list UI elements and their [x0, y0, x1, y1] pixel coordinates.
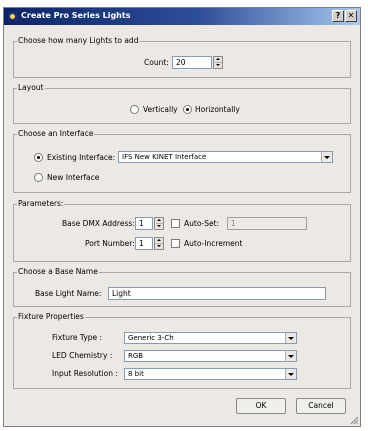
layout-group: Layout Vertically Horizontally [13, 83, 351, 124]
autoset-checkbox[interactable] [171, 219, 180, 228]
existing-interface-value: IFS New KINET Interface [122, 153, 207, 161]
count-down-arrow-icon[interactable] [215, 63, 222, 68]
port-number-input[interactable]: 1 [135, 237, 153, 250]
input-resolution-value: 8 bit [128, 370, 144, 378]
resize-grip-icon[interactable] [349, 415, 359, 425]
count-spinner[interactable] [213, 56, 223, 69]
cancel-button[interactable]: Cancel [296, 398, 346, 414]
led-chemistry-value: RGB [128, 352, 144, 360]
fixture-properties-group: Fixture Properties Fixture Type : Generi… [13, 312, 351, 389]
led-chemistry-select[interactable]: RGB [124, 350, 297, 362]
title-bar[interactable]: Create Pro Series Lights ? ✕ [4, 8, 360, 25]
help-button[interactable]: ? [332, 10, 344, 22]
create-pro-series-lights-dialog: Create Pro Series Lights ? ✕ Choose how … [3, 7, 361, 427]
fixture-type-select[interactable]: Generic 3-Ch [124, 332, 297, 344]
existing-interface-select[interactable]: IFS New KINET Interface [118, 151, 333, 163]
chevron-down-icon[interactable] [285, 333, 296, 343]
new-interface-label: New Interface [47, 173, 100, 182]
port-number-label: Port Number: [85, 239, 135, 248]
dmx-address-label: Base DMX Address: [62, 219, 135, 228]
dmx-address-spinner[interactable] [154, 217, 164, 230]
chevron-down-icon[interactable] [285, 351, 296, 361]
base-light-name-input[interactable]: Light [108, 287, 326, 300]
parameters-group: Parameters: Base DMX Address: 1 Auto-Set… [13, 199, 351, 262]
dmx-address-input[interactable]: 1 [135, 217, 153, 230]
autoset-label: Auto-Set: [184, 219, 220, 228]
base-light-name-label: Base Light Name: [35, 289, 102, 298]
horizontally-radio[interactable] [183, 105, 192, 114]
horizontally-label: Horizontally [195, 105, 240, 114]
input-resolution-label: Input Resolution : [52, 369, 118, 378]
lights-count-legend: Choose how many Lights to add [17, 36, 140, 45]
count-input[interactable]: 20 [172, 56, 212, 69]
interface-group: Choose an Interface Existing Interface: … [13, 129, 351, 193]
input-resolution-select[interactable]: 8 bit [124, 368, 297, 380]
autoincrement-label: Auto-Increment [184, 239, 243, 248]
count-label: Count: [144, 58, 169, 67]
window-title: Create Pro Series Lights [21, 11, 131, 20]
fixture-type-value: Generic 3-Ch [128, 334, 174, 342]
base-name-legend: Choose a Base Name [17, 267, 99, 276]
new-interface-radio[interactable] [34, 173, 43, 182]
fixture-properties-legend: Fixture Properties [17, 312, 85, 321]
close-button[interactable]: ✕ [345, 10, 357, 22]
dmx-down-arrow-icon[interactable] [156, 224, 163, 229]
chevron-down-icon[interactable] [321, 152, 332, 162]
vertically-radio[interactable] [130, 105, 139, 114]
vertically-label: Vertically [143, 105, 178, 114]
port-down-arrow-icon[interactable] [156, 244, 163, 249]
layout-legend: Layout [17, 83, 45, 92]
autoincrement-checkbox[interactable] [171, 239, 180, 248]
base-name-group: Choose a Base Name Base Light Name: Ligh… [13, 267, 351, 307]
app-icon [8, 12, 17, 21]
ok-button[interactable]: OK [236, 398, 286, 414]
interface-legend: Choose an Interface [17, 129, 95, 138]
parameters-legend: Parameters: [17, 199, 65, 208]
existing-interface-label: Existing Interface: [47, 153, 116, 162]
existing-interface-radio[interactable] [34, 153, 43, 162]
autoset-input: 1 [227, 217, 307, 230]
lights-count-group: Choose how many Lights to add Count: 20 [13, 36, 351, 78]
chevron-down-icon[interactable] [285, 369, 296, 379]
fixture-type-label: Fixture Type : [52, 333, 103, 342]
led-chemistry-label: LED Chemistry : [52, 351, 113, 360]
port-number-spinner[interactable] [154, 237, 164, 250]
